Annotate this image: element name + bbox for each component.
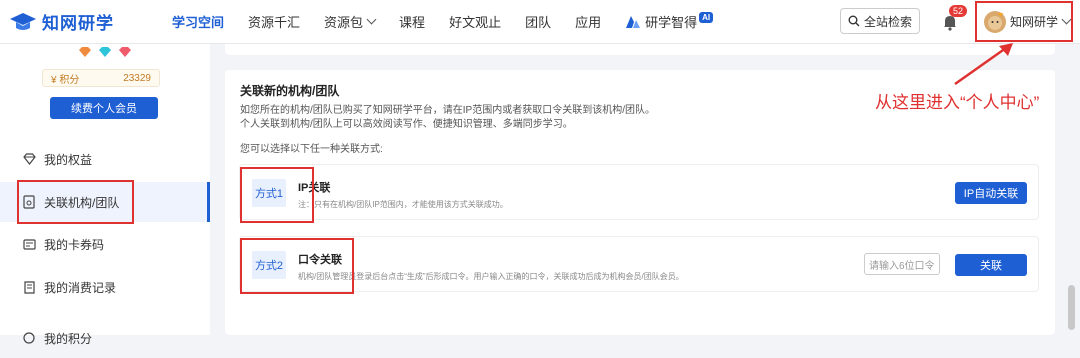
- ai-app-label: 研学智得: [645, 15, 698, 30]
- user-name: 知网研学: [1010, 15, 1059, 29]
- logo-cap-icon: [10, 12, 36, 30]
- method-note: 注：只有在机构/团队IP范围内，才能使用该方式关联成功。: [298, 200, 508, 209]
- logo-text: 知网研学: [42, 14, 114, 33]
- annotation-text: 从这里进入“个人中心”: [875, 93, 1040, 112]
- points-label-text: 积分: [59, 74, 80, 86]
- nav-resource-packs-label: 资源包: [324, 15, 364, 30]
- sidebar-item-label: 我的积分: [44, 331, 93, 346]
- logo[interactable]: 知网研学: [8, 9, 114, 34]
- avatar-face-icon: [988, 12, 1003, 30]
- code-input[interactable]: 请输入6位口令: [864, 253, 940, 275]
- highlight-box-sidebar: [17, 180, 134, 224]
- sidebar-item-label: 我的消费记录: [44, 280, 117, 295]
- diamond-icon: [22, 152, 36, 166]
- nav-courses[interactable]: 课程: [399, 12, 425, 31]
- top-navigation-bar: 知网研学 学习空间 资源千汇 资源包 课程 好文观止 团队 应用 研学智得 AI…: [0, 0, 1080, 44]
- nav-resources[interactable]: 资源千汇: [248, 12, 300, 31]
- notification-badge: 52: [949, 5, 968, 17]
- user-menu[interactable]: 知网研学: [975, 1, 1073, 42]
- points-label: ¥ 积分: [51, 71, 79, 86]
- annotation-arrow: [954, 43, 1013, 86]
- search-icon: [848, 15, 860, 27]
- points-icon: [22, 331, 36, 345]
- nav-study-space[interactable]: 学习空间: [172, 12, 224, 31]
- nav-resource-packs[interactable]: 资源包: [324, 12, 377, 31]
- sidebar-item-points[interactable]: 我的积分: [0, 318, 210, 358]
- sidebar-item-label: 我的卡券码: [44, 237, 105, 252]
- method-note: 机构/团队管理员登录后台点击“生成”后形成口令。用户输入正确的口令，关联成功后成…: [298, 272, 684, 281]
- orange-gem-icon: [79, 47, 91, 57]
- global-search-label: 全站检索: [863, 14, 912, 29]
- nav-articles[interactable]: 好文观止: [449, 12, 501, 31]
- panel-description-2: 个人关联到机构/团队上可以高效阅读写作、便捷知识管理、多端同步学习。: [240, 119, 573, 130]
- nav-apps[interactable]: 应用: [575, 12, 601, 31]
- global-search-button[interactable]: 全站检索: [840, 8, 920, 34]
- choose-method-label: 您可以选择以下任一种关联方式:: [240, 144, 383, 155]
- sidebar-item-purchases[interactable]: 我的消费记录: [0, 267, 210, 307]
- avatar: [984, 10, 1006, 33]
- highlight-box-method-1: [240, 167, 314, 223]
- previous-card-bottom: [225, 44, 1055, 55]
- points-value: 23329: [123, 72, 151, 84]
- ip-auto-link-button[interactable]: IP自动关联: [955, 182, 1027, 204]
- chevron-down-icon: [366, 14, 377, 25]
- points-panel: ¥ 积分 23329: [42, 69, 160, 87]
- sidebar-item-benefits[interactable]: 我的权益: [0, 139, 210, 179]
- panel-description-1: 如您所在的机构/团队已购买了知网研学平台，请在IP范围内或者获取口令关联到该机构…: [240, 105, 656, 116]
- renew-membership-button[interactable]: 续费个人会员: [50, 97, 158, 119]
- red-gem-icon: [119, 47, 131, 57]
- ai-badge: AI: [699, 12, 714, 23]
- method-code-card: 方式2 口令关联 机构/团队管理员登录后台点击“生成”后形成口令。用户输入正确的…: [239, 236, 1039, 292]
- main-nav: 学习空间 资源千汇 资源包 课程 好文观止 团队 应用 研学智得 AI: [160, 0, 725, 43]
- code-link-button[interactable]: 关联: [955, 254, 1027, 276]
- chevron-down-icon: [1061, 14, 1072, 25]
- method-ip-card: 方式1 IP关联 注：只有在机构/团队IP范围内，才能使用该方式关联成功。 IP…: [239, 164, 1039, 220]
- cyan-gem-icon: [99, 47, 111, 57]
- nav-team[interactable]: 团队: [525, 12, 551, 31]
- sidebar-item-label: 我的权益: [44, 152, 93, 167]
- card-icon: [22, 237, 36, 251]
- highlight-box-method-2: [240, 238, 354, 294]
- sidebar-item-coupons[interactable]: 我的卡券码: [0, 224, 210, 264]
- nav-ai-app[interactable]: 研学智得 AI: [625, 12, 714, 31]
- scrollbar-thumb[interactable]: [1068, 285, 1075, 330]
- panel-title: 关联新的机构/团队: [240, 84, 340, 98]
- member-gems: [78, 46, 132, 58]
- receipt-icon: [22, 280, 36, 294]
- ai-app-icon: [626, 15, 641, 28]
